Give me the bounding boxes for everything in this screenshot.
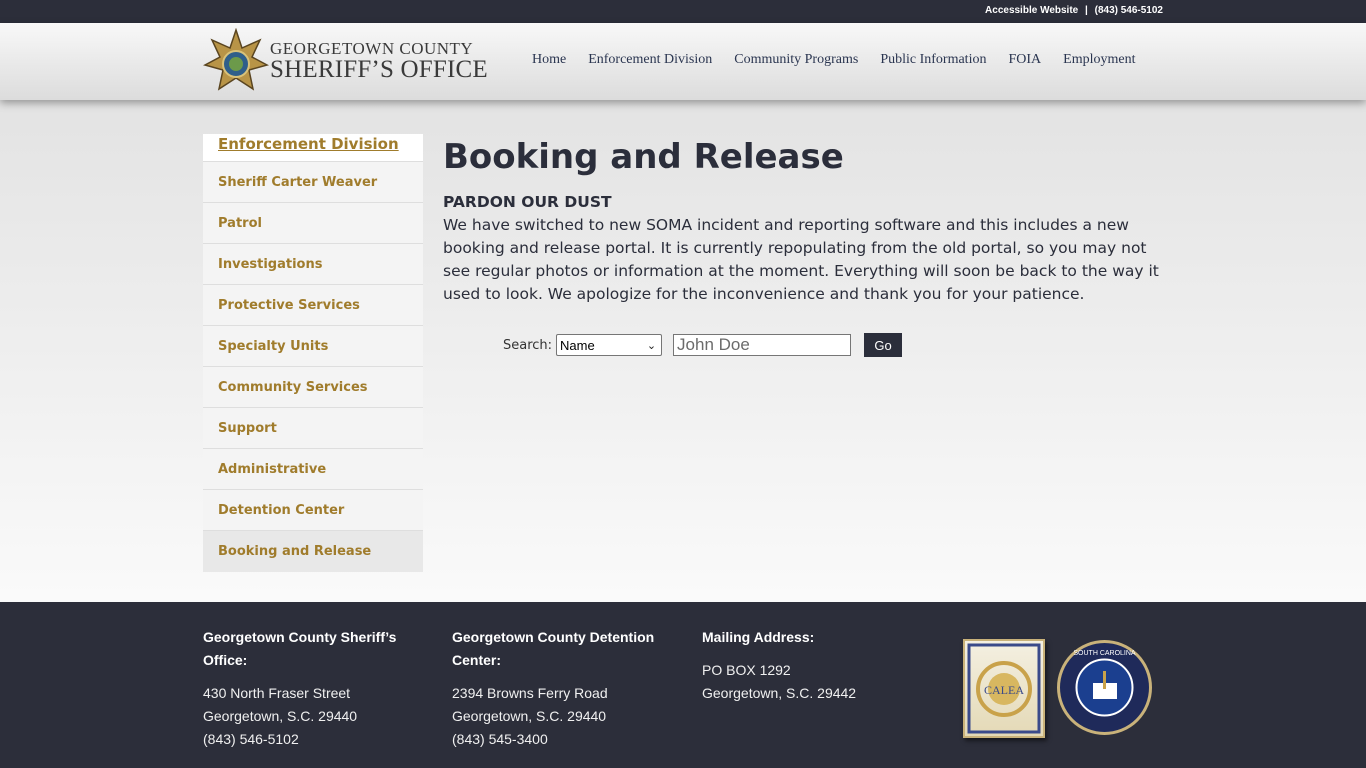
calea-accreditation-badge: CALEA bbox=[963, 639, 1045, 738]
sidebar-item-patrol[interactable]: Patrol bbox=[203, 203, 423, 244]
top-utility-bar: Accessible Website | (843) 546-5102 bbox=[0, 0, 1366, 23]
search-label: Search: bbox=[503, 337, 553, 353]
site-footer: Georgetown County Sheriff’s Office: 430 … bbox=[0, 602, 1366, 768]
logo-text: GEORGETOWN COUNTY SHERIFF’S OFFICE bbox=[270, 40, 488, 82]
search-input[interactable] bbox=[673, 334, 852, 356]
topbar-phone[interactable]: (843) 546-5102 bbox=[1095, 5, 1163, 16]
footer-mailing-heading: Mailing Address: bbox=[702, 629, 815, 645]
footer-detention: Georgetown County Detention Center: 2394… bbox=[452, 626, 662, 751]
nav-public-information[interactable]: Public Information bbox=[880, 52, 986, 68]
sidebar: Enforcement Division Sheriff Carter Weav… bbox=[203, 134, 423, 572]
calea-label: CALEA bbox=[984, 683, 1024, 697]
search-type-select[interactable]: Name ⌄ bbox=[556, 334, 663, 356]
sidebar-heading[interactable]: Enforcement Division bbox=[203, 134, 423, 162]
nav-foia[interactable]: FOIA bbox=[1008, 52, 1041, 68]
go-button[interactable]: Go bbox=[864, 333, 903, 357]
sidebar-item-detention-center[interactable]: Detention Center bbox=[203, 490, 423, 531]
site-header: GEORGETOWN COUNTY SHERIFF’S OFFICE Home … bbox=[0, 23, 1366, 100]
logo-line2: SHERIFF’S OFFICE bbox=[270, 56, 488, 83]
calea-seal-icon: CALEA bbox=[967, 643, 1041, 734]
logo-line1: GEORGETOWN COUNTY bbox=[270, 39, 474, 58]
page-title: Booking and Release bbox=[443, 137, 844, 177]
search-type-value: Name bbox=[560, 337, 595, 353]
sc-seal-icon: SOUTH CAROLINA bbox=[1073, 650, 1136, 717]
nav-home[interactable]: Home bbox=[532, 52, 566, 68]
footer-mailing-line2: Georgetown, S.C. 29442 bbox=[702, 685, 857, 701]
site-logo[interactable]: GEORGETOWN COUNTY SHERIFF’S OFFICE bbox=[203, 28, 503, 96]
sc-label: SOUTH CAROLINA bbox=[1073, 650, 1136, 657]
accessible-website-link[interactable]: Accessible Website bbox=[985, 5, 1078, 16]
footer-detention-address2: Georgetown, S.C. 29440 bbox=[452, 708, 607, 724]
nav-community-programs[interactable]: Community Programs bbox=[734, 52, 858, 68]
sidebar-item-investigations[interactable]: Investigations bbox=[203, 244, 423, 285]
nav-employment[interactable]: Employment bbox=[1063, 52, 1135, 68]
sheriff-star-icon bbox=[203, 28, 269, 91]
nav-enforcement-division[interactable]: Enforcement Division bbox=[588, 52, 712, 68]
main-nav: Home Enforcement Division Community Prog… bbox=[532, 52, 1135, 68]
footer-office-heading: Georgetown County Sheriff’s Office: bbox=[203, 629, 397, 668]
chevron-down-icon: ⌄ bbox=[646, 340, 657, 352]
sidebar-item-community-services[interactable]: Community Services bbox=[203, 367, 423, 408]
topbar-links: Accessible Website | (843) 546-5102 bbox=[985, 5, 1163, 16]
footer-detention-heading: Georgetown County Detention Center: bbox=[452, 629, 655, 668]
notice-body: We have switched to new SOMA incident an… bbox=[443, 216, 1159, 303]
sidebar-item-administrative[interactable]: Administrative bbox=[203, 449, 423, 490]
main-content: Booking and Release PARDON OUR DUST We h… bbox=[443, 136, 1163, 306]
sidebar-item-specialty-units[interactable]: Specialty Units bbox=[203, 326, 423, 367]
footer-office-phone[interactable]: (843) 546-5102 bbox=[203, 728, 413, 751]
topbar-separator: | bbox=[1085, 5, 1088, 16]
footer-office: Georgetown County Sheriff’s Office: 430 … bbox=[203, 626, 413, 751]
footer-detention-phone[interactable]: (843) 545-3400 bbox=[452, 728, 662, 751]
sidebar-item-support[interactable]: Support bbox=[203, 408, 423, 449]
footer-detention-address1: 2394 Browns Ferry Road bbox=[452, 685, 608, 701]
notice-heading: PARDON OUR DUST bbox=[443, 193, 612, 211]
sidebar-item-sheriff-carter-weaver[interactable]: Sheriff Carter Weaver bbox=[203, 162, 423, 203]
sc-accreditation-badge: SOUTH CAROLINA bbox=[1057, 640, 1152, 735]
footer-office-address1: 430 North Fraser Street bbox=[203, 685, 351, 701]
footer-mailing: Mailing Address: PO BOX 1292 Georgetown,… bbox=[702, 626, 912, 705]
sidebar-item-protective-services[interactable]: Protective Services bbox=[203, 285, 423, 326]
sidebar-item-booking-and-release[interactable]: Booking and Release bbox=[203, 531, 423, 572]
footer-office-address2: Georgetown, S.C. 29440 bbox=[203, 708, 358, 724]
footer-mailing-line1: PO BOX 1292 bbox=[702, 662, 791, 678]
booking-search-form: Search: Name ⌄ Go bbox=[503, 333, 903, 357]
